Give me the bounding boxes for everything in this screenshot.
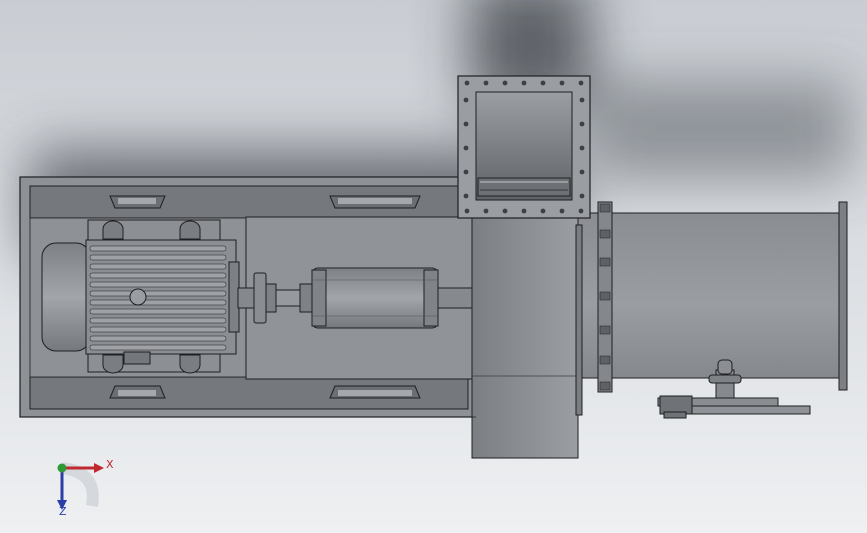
bolt-icon <box>578 208 584 214</box>
cad-viewport[interactable]: X Z <box>0 0 867 533</box>
bolt-icon <box>502 208 508 214</box>
bolt-icon <box>540 208 546 214</box>
y-axis-dot <box>57 463 67 473</box>
cooling-fin <box>89 317 227 324</box>
bolt-icon <box>579 193 585 199</box>
bolt-icon <box>579 145 585 151</box>
bolt-icon <box>579 121 585 127</box>
x-axis-arrowhead <box>94 463 104 473</box>
z-axis-label: Z <box>59 505 67 518</box>
outlet-duct[interactable] <box>577 201 848 393</box>
bolt-icon <box>463 97 469 103</box>
cooling-fin <box>89 272 227 279</box>
cooling-fin <box>89 281 227 288</box>
bolt-icon <box>599 229 611 239</box>
bolt-icon <box>579 97 585 103</box>
bolt-icon <box>599 203 611 213</box>
bolt-icon <box>464 80 470 86</box>
x-axis-label: X <box>106 458 114 471</box>
bolt-icon <box>599 325 611 335</box>
bolt-icon <box>463 145 469 151</box>
cooling-fin <box>89 254 227 261</box>
bolt-icon <box>463 121 469 127</box>
orientation-triad: X Z <box>57 458 114 518</box>
bolt-icon <box>483 208 489 214</box>
bolt-icon <box>599 257 611 267</box>
bolt-icon <box>559 80 565 86</box>
bolt-icon <box>599 291 611 301</box>
bolt-icon <box>464 208 470 214</box>
bolt-icon <box>599 355 611 365</box>
model-view[interactable] <box>0 0 867 533</box>
cooling-fin <box>89 299 227 306</box>
bolt-icon <box>599 381 611 391</box>
bolt-icon <box>463 193 469 199</box>
cooling-fin <box>89 290 227 297</box>
bolt-icon <box>579 169 585 175</box>
bolt-icon <box>559 208 565 214</box>
bolt-icon <box>502 80 508 86</box>
flange-bolts <box>599 203 611 391</box>
bolt-icon <box>463 169 469 175</box>
cooling-fin <box>89 263 227 270</box>
bolt-icon <box>578 80 584 86</box>
cooling-fin <box>89 245 227 252</box>
cooling-fin <box>89 344 227 351</box>
bolt-icon <box>483 80 489 86</box>
cooling-fin <box>89 308 227 315</box>
cooling-fin <box>89 326 227 333</box>
terminal-box-icon <box>129 288 147 306</box>
bolt-icon <box>521 80 527 86</box>
cooling-fin <box>89 335 227 342</box>
inlet-flange[interactable] <box>457 75 591 219</box>
bolt-icon <box>540 80 546 86</box>
bolt-icon <box>521 208 527 214</box>
motor[interactable] <box>41 220 240 374</box>
fan-housing[interactable] <box>471 217 583 459</box>
